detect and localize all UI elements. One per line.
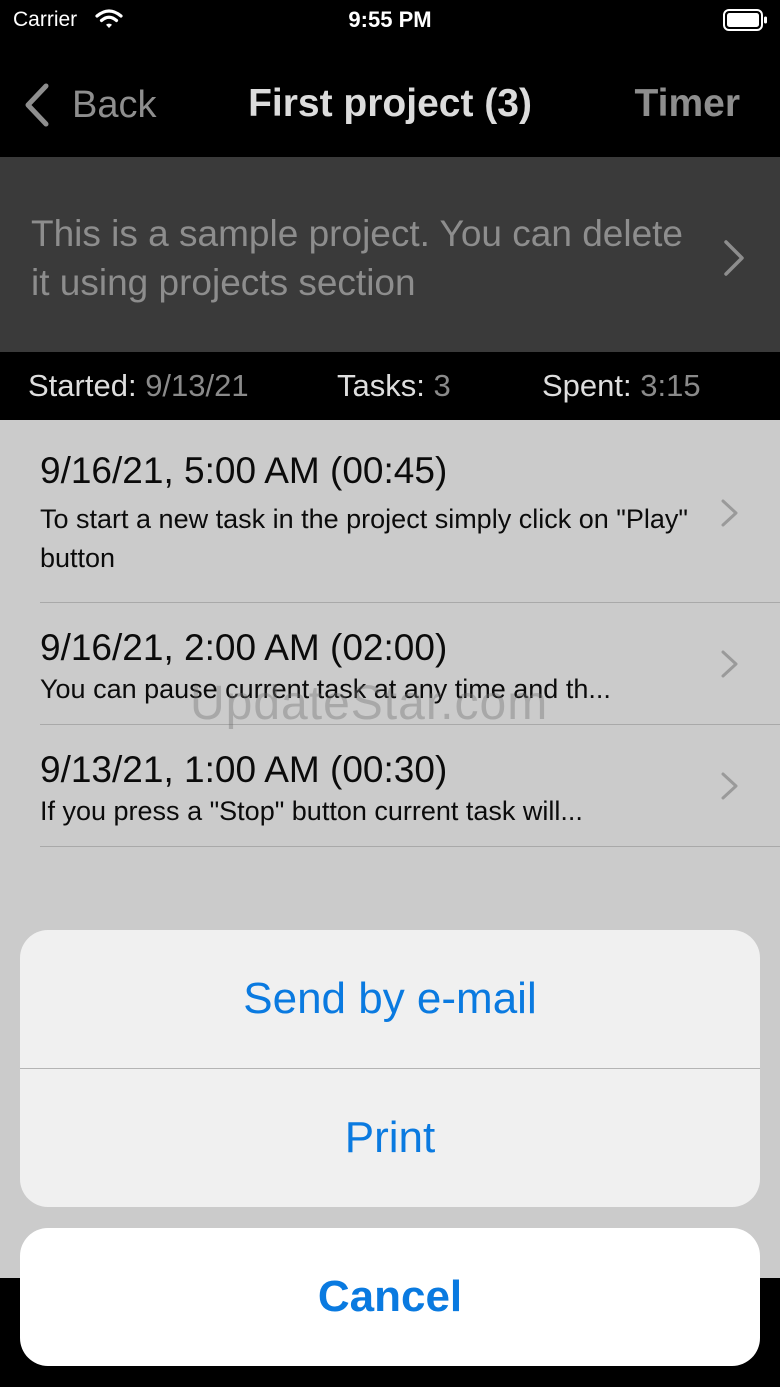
row-divider — [40, 846, 780, 847]
task-description: To start a new task in the project simpl… — [40, 504, 688, 573]
battery-icon — [723, 9, 769, 36]
project-stats-bar: Started: 9/13/21 Tasks: 3 Spent: 3:15 — [0, 352, 780, 420]
action-sheet: Send by e-mail Print — [20, 930, 760, 1207]
task-title: 9/13/21, 1:00 AM (00:30) — [40, 749, 448, 790]
task-row[interactable]: 9/16/21, 5:00 AM (00:45) To start a new … — [0, 420, 780, 603]
spent-stat: Spent: 3:15 — [542, 368, 701, 404]
watermark: UpdateStar.com — [190, 677, 549, 730]
spent-value: 3:15 — [640, 368, 701, 403]
navigation-bar: Back First project (3) Timer — [0, 44, 780, 157]
tasks-label: Tasks: — [337, 368, 425, 403]
started-label: Started: — [28, 368, 137, 403]
started-value: 9/13/21 — [145, 368, 249, 403]
chevron-right-icon — [724, 240, 744, 276]
status-time: 9:55 PM — [348, 7, 432, 32]
task-title: 9/16/21, 2:00 AM (02:00) — [40, 627, 448, 668]
print-button[interactable]: Print — [20, 1069, 760, 1207]
tasks-stat: Tasks: 3 — [337, 368, 451, 404]
chevron-right-icon — [721, 499, 738, 527]
spent-label: Spent: — [542, 368, 632, 403]
started-stat: Started: 9/13/21 — [28, 368, 249, 404]
timer-button[interactable]: Timer — [635, 82, 741, 126]
status-bar: Carrier 9:55 PM — [0, 0, 780, 44]
cancel-button[interactable]: Cancel — [20, 1228, 760, 1366]
send-by-email-button[interactable]: Send by e-mail — [20, 930, 760, 1068]
project-description: This is a sample project. You can delete… — [31, 213, 683, 303]
task-row[interactable]: 9/13/21, 1:00 AM (00:30) If you press a … — [0, 725, 780, 847]
tasks-value: 3 — [433, 368, 451, 403]
chevron-right-icon — [721, 772, 738, 800]
chevron-right-icon — [721, 650, 738, 678]
task-description: If you press a "Stop" button current tas… — [40, 796, 583, 826]
project-description-row[interactable]: This is a sample project. You can delete… — [0, 157, 780, 352]
task-title: 9/16/21, 5:00 AM (00:45) — [40, 450, 448, 491]
